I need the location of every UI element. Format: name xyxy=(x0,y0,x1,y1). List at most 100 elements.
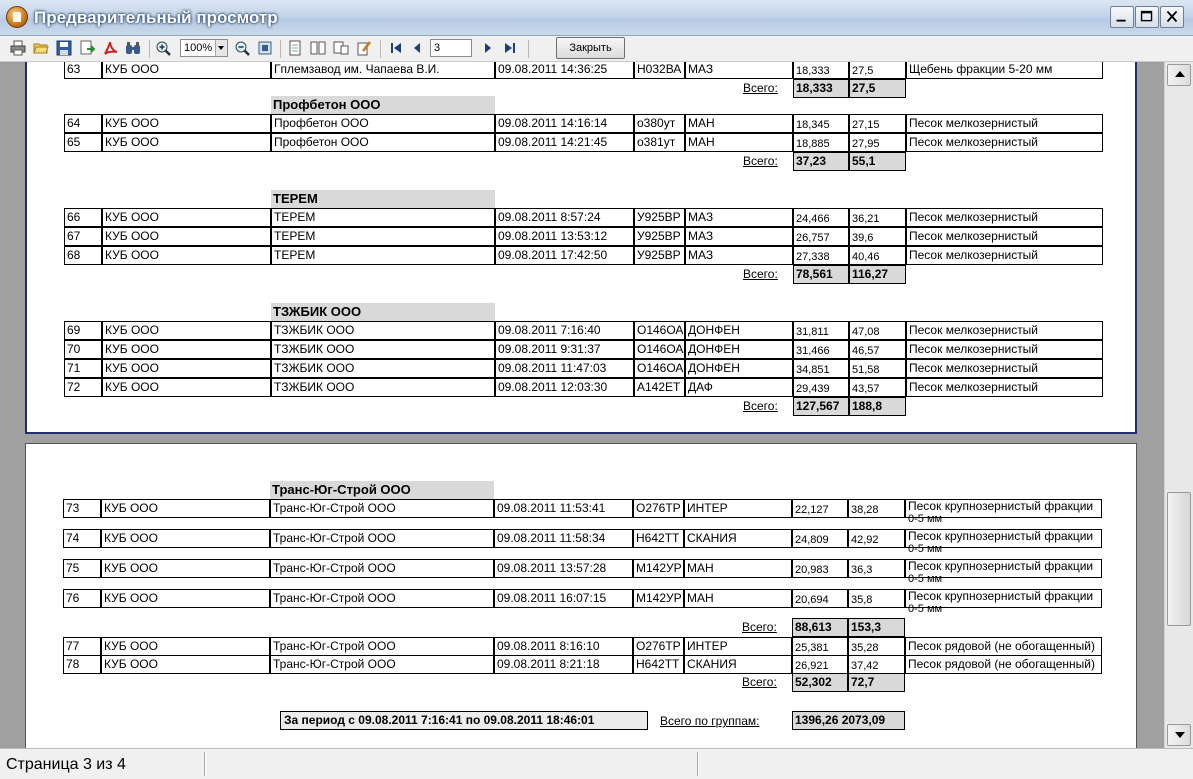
find-icon[interactable] xyxy=(125,40,141,56)
zoom-in-icon[interactable] xyxy=(155,40,171,56)
table-cell: 18,333 xyxy=(793,62,849,79)
toolbar-separator xyxy=(380,40,381,58)
table-cell: Песок рядовой (не обогащенный) xyxy=(905,637,1102,656)
maximize-button[interactable] xyxy=(1135,6,1159,28)
table-cell: Песок крупнозернистый фракции 0-5 мм xyxy=(905,499,1102,525)
status-divider xyxy=(204,752,205,776)
window-title: Предварительный просмотр xyxy=(34,8,278,27)
table-cell: Транс-Юг-Строй ООО xyxy=(270,559,494,578)
table-cell: О276ТР xyxy=(633,637,684,656)
table-cell: 68 xyxy=(64,246,102,265)
table-cell: 09.08.2011 14:16:14 xyxy=(495,114,634,133)
close-window-button[interactable] xyxy=(1160,6,1184,28)
print-icon[interactable] xyxy=(10,40,26,56)
vertical-scrollbar[interactable] xyxy=(1164,62,1193,748)
table-cell: 72 xyxy=(64,378,102,397)
table-cell: 09.08.2011 13:57:28 xyxy=(494,559,633,578)
table-cell: 73 xyxy=(63,499,101,518)
total-value: 55,1 xyxy=(849,152,906,171)
total-value: 188,8 xyxy=(849,397,906,416)
table-cell: 75 xyxy=(63,559,101,578)
next-page-icon[interactable] xyxy=(480,40,496,56)
total-label: Всего: xyxy=(743,81,778,95)
table-cell: 27,5 xyxy=(849,62,906,79)
table-cell: Песок мелкозернистый xyxy=(906,208,1103,227)
table-cell: 26,757 xyxy=(793,227,849,246)
preview-area: 63 КУБ ООО Гплемзавод им. Чапаева В.И. 09.0… xyxy=(0,62,1164,748)
table-cell: КУБ ООО xyxy=(101,499,270,518)
table-cell: 35,8 xyxy=(848,589,905,608)
previous-page-icon[interactable] xyxy=(409,40,425,56)
table-cell: О146ОА xyxy=(634,340,685,359)
table-cell: М142УР xyxy=(633,589,684,608)
total-value: 88,613 xyxy=(792,618,848,637)
group-header: ТЕРЕМ xyxy=(271,190,495,208)
table-cell: 51,58 xyxy=(849,359,906,378)
table-cell: Песок мелкозернистый xyxy=(906,321,1103,340)
table-cell: 47,08 xyxy=(849,321,906,340)
page-setup-icon[interactable] xyxy=(333,40,349,56)
page-number-input[interactable]: 3 xyxy=(430,39,472,57)
total-value: 37,23 xyxy=(793,152,849,171)
table-cell: 20,983 xyxy=(792,559,848,578)
close-button[interactable]: Закрыть xyxy=(556,37,625,59)
fit-page-icon[interactable] xyxy=(257,40,273,56)
table-cell: МАЗ xyxy=(685,227,793,246)
table-cell: 76 xyxy=(63,589,101,608)
zoom-out-icon[interactable] xyxy=(234,40,250,56)
single-page-icon[interactable] xyxy=(287,40,303,56)
toolbar-separator xyxy=(280,40,281,58)
table-cell: Песок мелкозернистый xyxy=(906,246,1103,265)
table-cell: 24,809 xyxy=(792,529,848,548)
table-cell: 25,381 xyxy=(792,637,848,656)
total-value: 18,333 xyxy=(793,79,849,98)
table-cell: ТЗЖБИК ООО xyxy=(271,340,495,359)
toolbar-separator xyxy=(149,40,150,58)
scroll-down-button[interactable] xyxy=(1167,724,1191,746)
table-cell: КУБ ООО xyxy=(101,559,270,578)
table-cell: 24,466 xyxy=(793,208,849,227)
total-value: 127,567 xyxy=(793,397,849,416)
minimize-button[interactable] xyxy=(1110,6,1134,28)
table-cell: ИНТЕР xyxy=(684,637,792,656)
table-cell: 36,21 xyxy=(849,208,906,227)
table-cell: 27,15 xyxy=(849,114,906,133)
maximize-icon xyxy=(1140,10,1153,22)
table-cell: ДОНФЕН xyxy=(685,340,793,359)
page-status: Страница 3 из 4 xyxy=(6,756,126,773)
scroll-up-button[interactable] xyxy=(1167,64,1191,86)
table-cell: КУБ ООО xyxy=(102,62,271,79)
open-folder-icon[interactable] xyxy=(33,40,49,56)
save-icon[interactable] xyxy=(56,40,72,56)
table-cell: о381ут xyxy=(634,133,685,152)
table-cell: КУБ ООО xyxy=(101,589,270,608)
total-label: Всего: xyxy=(742,675,777,689)
table-cell: МАН xyxy=(685,114,793,133)
table-cell: 09.08.2011 14:21:45 xyxy=(495,133,634,152)
table-cell: ТЕРЕМ xyxy=(271,208,495,227)
table-cell: 67 xyxy=(64,227,102,246)
table-cell: ТЗЖБИК ООО xyxy=(271,378,495,397)
two-pages-icon[interactable] xyxy=(310,40,326,56)
table-cell: МАЗ xyxy=(685,246,793,265)
total-value: 52,302 xyxy=(792,673,848,692)
table-cell: ДОНФЕН xyxy=(685,321,793,340)
scroll-thumb[interactable] xyxy=(1167,492,1191,626)
table-cell: ИНТЕР xyxy=(684,499,792,518)
total-label: Всего: xyxy=(743,399,778,413)
last-page-icon[interactable] xyxy=(502,40,518,56)
table-cell: МАН xyxy=(685,133,793,152)
pdf-icon[interactable] xyxy=(102,40,118,56)
zoom-select[interactable]: 100% xyxy=(180,39,228,57)
table-cell: 26,921 xyxy=(792,655,848,674)
table-cell: СКАНИЯ xyxy=(684,529,792,548)
export-icon[interactable] xyxy=(79,40,95,56)
first-page-icon[interactable] xyxy=(388,40,404,56)
edit-icon[interactable] xyxy=(356,40,372,56)
table-cell: У925ВР xyxy=(634,208,685,227)
table-cell: КУБ ООО xyxy=(102,340,271,359)
table-cell: 78 xyxy=(63,655,101,674)
chevron-down-icon[interactable] xyxy=(215,40,227,56)
table-cell: Песок мелкозернистый xyxy=(906,340,1103,359)
table-cell: А142ЕТ xyxy=(634,378,685,397)
